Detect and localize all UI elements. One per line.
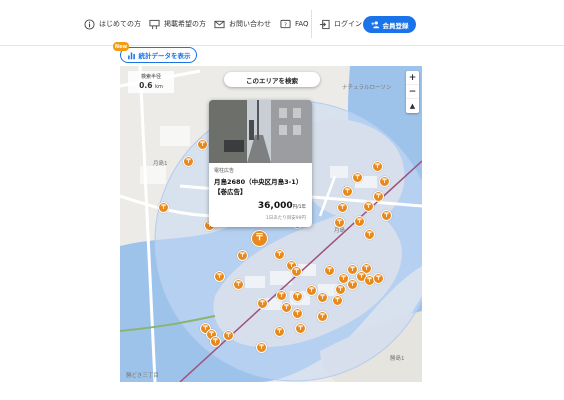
ad-pin[interactable]: 〒: [354, 216, 365, 227]
ad-pin[interactable]: 〒: [292, 291, 303, 302]
zoom-out-button[interactable]: −: [406, 85, 419, 99]
show-statistics-label: 統計データを表示: [138, 52, 191, 60]
nav-label: ログイン: [334, 20, 362, 28]
nav-item-faq[interactable]: ? FAQ: [280, 16, 309, 32]
ad-pin[interactable]: 〒: [257, 298, 268, 309]
faq-icon: ?: [280, 19, 291, 28]
search-radius-number: 0.6: [139, 81, 153, 90]
search-radius-unit: km: [155, 84, 163, 90]
map-label-kachidoki: 勝島1: [390, 356, 405, 362]
nav-item-first-time[interactable]: はじめての方: [84, 16, 141, 32]
info-icon: [84, 18, 95, 30]
ad-pin[interactable]: 〒: [197, 139, 208, 150]
nav-label: はじめての方: [99, 20, 141, 28]
search-radius-value: 0.6 km: [128, 81, 174, 90]
ad-pin[interactable]: 〒: [276, 290, 287, 301]
ad-price: 36,000円/1年: [258, 201, 306, 211]
ad-pin[interactable]: 〒: [372, 161, 383, 172]
ad-pin[interactable]: 〒: [352, 172, 363, 183]
ad-pin[interactable]: 〒: [295, 323, 306, 334]
ad-pin[interactable]: 〒: [379, 176, 390, 187]
search-radius-indicator: 検索半径 0.6 km: [128, 71, 174, 93]
ad-pin[interactable]: 〒: [373, 273, 384, 284]
mail-icon: [214, 20, 225, 28]
ad-pin[interactable]: 〒: [233, 279, 244, 290]
ad-pin[interactable]: 〒: [342, 186, 353, 197]
nav-label: 掲載希望の方: [164, 20, 206, 28]
ad-pin[interactable]: 〒: [335, 284, 346, 295]
map-label-kachidoki3: 勝どき三丁目: [126, 373, 159, 379]
map-view[interactable]: ナチュラルローソン 佃 月島1 月島 勝島1 勝どき三丁目 検索半径 0.6 k…: [120, 66, 422, 382]
ad-pin[interactable]: 〒: [274, 249, 285, 260]
ad-pin[interactable]: 〒: [337, 202, 348, 213]
ad-pin[interactable]: 〒: [237, 250, 248, 261]
ad-daily-rate: 1日あたり目安99円: [265, 216, 306, 221]
ad-pin-cluster[interactable]: 〒: [251, 230, 268, 247]
zoom-control: + − ▲: [406, 71, 419, 113]
ad-pin[interactable]: 〒: [210, 336, 221, 347]
ad-pin[interactable]: 〒: [274, 326, 285, 337]
signup-label: 会員登録: [382, 21, 409, 30]
ad-price-unit: 円/1年: [292, 205, 306, 210]
search-this-area-button[interactable]: このエリアを検索: [224, 72, 320, 87]
show-statistics-button[interactable]: 統計データを表示: [120, 47, 197, 63]
new-badge: New: [113, 42, 129, 51]
ad-title: 月島2680（中央区月島3-1）【巻広告】: [214, 178, 303, 196]
top-navigation: はじめての方 掲載希望の方 お問い合わせ ? FAQ ログイン 会員登録: [0, 0, 564, 46]
map-label-tsukishima1: 月島1: [153, 161, 168, 167]
ad-pin[interactable]: 〒: [214, 271, 225, 282]
login-icon: [319, 19, 330, 29]
ad-detail-popup[interactable]: 電柱広告 月島2680（中央区月島3-1）【巻広告】 36,000円/1年 1日…: [209, 100, 312, 227]
svg-text:?: ?: [284, 22, 287, 28]
ad-pin[interactable]: 〒: [306, 285, 317, 296]
ad-pin[interactable]: 〒: [373, 191, 384, 202]
ad-pin[interactable]: 〒: [317, 311, 328, 322]
bar-chart-icon: [127, 52, 135, 59]
map-label-lawson: ナチュラルローソン: [342, 85, 392, 91]
nav-item-login[interactable]: ログイン: [319, 16, 362, 32]
nav-item-advertisers[interactable]: 掲載希望の方: [149, 16, 206, 32]
zoom-in-button[interactable]: +: [406, 71, 419, 85]
ad-pin[interactable]: 〒: [292, 308, 303, 319]
ad-pin[interactable]: 〒: [158, 202, 169, 213]
ad-pin[interactable]: 〒: [364, 229, 375, 240]
signup-button[interactable]: 会員登録: [363, 16, 416, 33]
ad-pin[interactable]: 〒: [324, 265, 335, 276]
ad-pin[interactable]: 〒: [223, 330, 234, 341]
compass-reset-button[interactable]: ▲: [406, 99, 419, 113]
billboard-icon: [149, 19, 160, 29]
nav-divider: [311, 10, 312, 38]
nav-label: FAQ: [295, 20, 309, 28]
ad-pin[interactable]: 〒: [256, 342, 267, 353]
nav-label: お問い合わせ: [229, 20, 271, 28]
ad-pin[interactable]: 〒: [334, 217, 345, 228]
ad-pin[interactable]: 〒: [332, 295, 343, 306]
ad-pin[interactable]: 〒: [183, 156, 194, 167]
ad-pin[interactable]: 〒: [281, 302, 292, 313]
ad-pin[interactable]: 〒: [381, 210, 392, 221]
ad-pin[interactable]: 〒: [317, 292, 328, 303]
street-photo-image: [209, 100, 312, 163]
ad-pin[interactable]: 〒: [363, 201, 374, 212]
ad-location-photo: [209, 100, 312, 163]
ad-pin[interactable]: 〒: [291, 266, 302, 277]
add-user-icon: [370, 21, 379, 29]
nav-item-contact[interactable]: お問い合わせ: [214, 16, 271, 32]
ad-price-value: 36,000: [257, 201, 293, 211]
search-radius-label: 検索半径: [140, 74, 161, 80]
ad-category: 電柱広告: [214, 168, 235, 174]
ad-pin[interactable]: 〒: [347, 279, 358, 290]
